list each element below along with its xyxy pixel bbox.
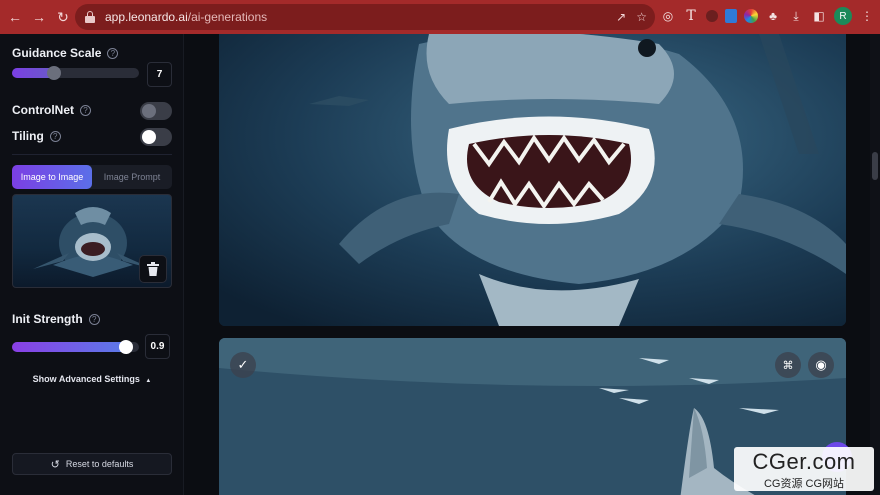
color-picker-extension-icon[interactable] [744, 9, 758, 23]
remix-button[interactable]: ⌘ [775, 352, 801, 378]
init-strength-value[interactable]: 0.9 [145, 334, 170, 359]
init-strength-label: Init Strength ? [12, 312, 100, 326]
url-text: app.leonardo.ai/ai-generations [105, 10, 267, 24]
main-scrollbar-thumb[interactable] [872, 152, 878, 180]
main-scrollbar[interactable] [870, 34, 880, 495]
controlnet-label: ControlNet ? [12, 103, 91, 117]
font-extension-icon[interactable]: T [683, 8, 699, 24]
init-strength-slider[interactable] [12, 340, 139, 354]
undo-icon: ↺ [50, 458, 60, 471]
share-icon[interactable]: ↗ [616, 10, 626, 24]
trash-icon [147, 262, 159, 276]
controlnet-toggle-knob [142, 104, 156, 118]
address-bar[interactable]: app.leonardo.ai/ai-generations ↗ ☆ [75, 4, 655, 30]
help-icon[interactable]: ? [49, 130, 61, 142]
delete-image-button[interactable] [139, 255, 167, 283]
guidance-scale-label: Guidance Scale ? [12, 46, 119, 60]
settings-sidebar: Guidance Scale ? 7 ControlNet ? Tiling ?… [0, 34, 184, 495]
grid-icon: ⌘ [782, 359, 794, 372]
eye-icon: ◉ [815, 357, 827, 372]
check-icon: ✓ [237, 357, 249, 372]
menu-kebab-icon[interactable]: ⋮ [859, 8, 875, 24]
bookmark-star-icon[interactable]: ☆ [636, 10, 647, 24]
guidance-scale-handle[interactable] [47, 66, 61, 80]
image-input-tabs: Image to Image Image Prompt [12, 165, 172, 189]
back-icon[interactable]: ← [4, 6, 26, 28]
tab-image-to-image[interactable]: Image to Image [12, 165, 92, 189]
help-icon[interactable]: ? [88, 313, 100, 325]
dark-extension-icon[interactable] [706, 10, 718, 22]
blue-extension-icon[interactable] [725, 9, 737, 23]
forward-icon[interactable]: → [28, 6, 50, 28]
help-icon[interactable]: ? [80, 104, 91, 116]
generation-gallery: ✓ ⌘ ◉ [184, 34, 880, 495]
divider [12, 154, 172, 155]
init-image-thumbnail [12, 194, 172, 288]
view-button[interactable]: ◉ [808, 352, 834, 378]
watermark: CGer.com CG资源 CG网站 [734, 447, 874, 491]
watermark-title: CGer.com [752, 449, 856, 474]
download-icon[interactable]: ⤓ [788, 8, 804, 24]
tiling-label: Tiling ? [12, 129, 61, 143]
lock-icon [85, 11, 95, 23]
side-panel-icon[interactable]: ◧ [811, 8, 827, 24]
reload-icon[interactable]: ↻ [52, 6, 74, 28]
browser-toolbar: ← → ↻ app.leonardo.ai/ai-generations ↗ ☆… [0, 0, 880, 34]
watermark-subtitle: CG资源 CG网站 [763, 478, 845, 490]
generated-image-shark-closeup[interactable] [219, 34, 846, 326]
reset-defaults-button[interactable]: ↺ Reset to defaults [12, 453, 172, 475]
guidance-scale-slider[interactable] [12, 66, 139, 80]
select-check-button[interactable]: ✓ [230, 352, 256, 378]
shark-closeup-art [219, 34, 846, 326]
compass-extension-icon[interactable]: ◎ [660, 8, 676, 24]
guidance-scale-value[interactable]: 7 [147, 62, 172, 87]
controlnet-toggle[interactable] [140, 102, 172, 120]
show-advanced-settings-button[interactable]: Show Advanced Settings ▲ [12, 374, 172, 384]
profile-avatar[interactable]: R [834, 7, 852, 25]
init-strength-handle[interactable] [119, 340, 133, 354]
tiling-toggle-knob [142, 130, 156, 144]
tiling-toggle[interactable] [140, 128, 172, 146]
caret-up-icon: ▲ [145, 378, 152, 384]
puzzle-extensions-icon[interactable]: ♣ [765, 8, 781, 24]
url-host: app.leonardo.ai [105, 10, 188, 24]
url-path: /ai-generations [187, 10, 268, 24]
tab-image-prompt[interactable]: Image Prompt [92, 165, 172, 189]
init-strength-fill [12, 342, 126, 352]
help-icon[interactable]: ? [107, 47, 119, 59]
